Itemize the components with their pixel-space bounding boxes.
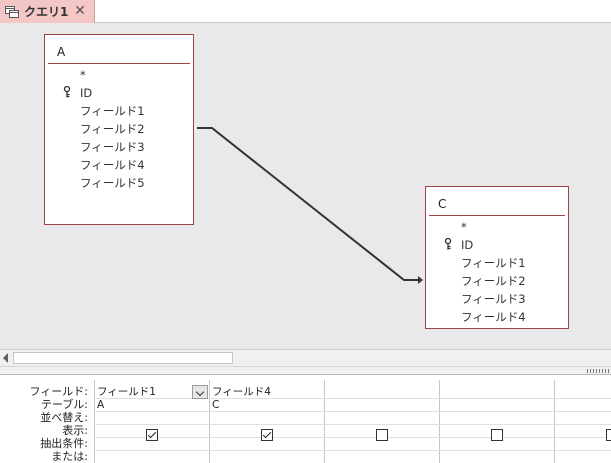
row-label-criteria: 抽出条件: xyxy=(40,437,88,450)
query-design-grid: フィールド: テーブル: 並べ替え: 表示: 抽出条件: または: フィールド1… xyxy=(0,375,611,463)
field-item-2[interactable]: フィールド2 xyxy=(45,120,193,138)
grid-row-divider xyxy=(94,450,611,451)
horizontal-scrollbar[interactable] xyxy=(0,349,611,366)
field-item-1[interactable]: フィールド1 xyxy=(426,254,568,272)
show-checkbox[interactable] xyxy=(261,429,273,441)
query-design-canvas[interactable]: A * ID フィールド1 フィールド2 フィールド3 フィールド4 フィールド… xyxy=(0,23,611,349)
tab-label: クエリ1 xyxy=(24,5,69,19)
field-item-4[interactable]: フィールド4 xyxy=(426,308,568,326)
checkmark-icon xyxy=(262,429,272,439)
chevron-down-icon[interactable] xyxy=(192,385,208,399)
field-item-id[interactable]: ID xyxy=(426,236,568,254)
field-item-3[interactable]: フィールド3 xyxy=(426,290,568,308)
scrollbar-thumb[interactable] xyxy=(13,352,233,364)
show-checkbox[interactable] xyxy=(376,429,388,441)
grid-row-divider xyxy=(94,437,611,438)
field-item-2[interactable]: フィールド2 xyxy=(426,272,568,290)
primary-key-icon xyxy=(444,238,452,250)
grid-row-divider xyxy=(94,424,611,425)
pane-splitter[interactable] xyxy=(0,366,611,375)
close-icon[interactable]: ✕ xyxy=(73,4,87,18)
table-name-a: A xyxy=(57,45,66,59)
grid-row-divider xyxy=(94,411,611,412)
table-list-a[interactable]: A * ID フィールド1 フィールド2 フィールド3 フィールド4 フィールド… xyxy=(44,34,194,225)
scroll-left-arrow-icon[interactable] xyxy=(3,353,8,363)
splitter-grip-icon[interactable] xyxy=(587,369,611,373)
show-checkbox[interactable] xyxy=(146,429,158,441)
query-icon xyxy=(5,5,19,18)
show-checkbox[interactable] xyxy=(491,429,503,441)
row-label-sort: 並べ替え: xyxy=(40,411,88,424)
grid-table-cell[interactable]: A xyxy=(97,399,104,411)
grid-field-cell[interactable]: フィールド1 xyxy=(97,386,156,398)
row-label-table: テーブル: xyxy=(40,398,88,411)
field-item-1[interactable]: フィールド1 xyxy=(45,102,193,120)
grid-field-cell[interactable]: フィールド4 xyxy=(212,386,271,398)
document-tab-bar: クエリ1 ✕ xyxy=(0,0,611,23)
field-item-id[interactable]: ID xyxy=(45,84,193,102)
row-label-show: 表示: xyxy=(62,424,88,437)
show-checkbox[interactable] xyxy=(606,429,611,441)
primary-key-icon xyxy=(63,86,71,98)
field-item-3[interactable]: フィールド3 xyxy=(45,138,193,156)
field-item-all[interactable]: * xyxy=(426,218,568,236)
row-label-field: フィールド: xyxy=(29,385,89,398)
checkmark-icon xyxy=(147,429,157,439)
grid-table-cell[interactable]: C xyxy=(212,399,219,411)
field-item-4[interactable]: フィールド4 xyxy=(45,156,193,174)
tab-query1[interactable]: クエリ1 ✕ xyxy=(0,0,95,23)
table-name-c: C xyxy=(438,197,447,211)
row-label-or: または: xyxy=(51,450,88,463)
grid-row-divider xyxy=(94,398,611,399)
field-item-all[interactable]: * xyxy=(45,66,193,84)
table-list-c[interactable]: C * ID フィールド1 フィールド2 フィールド3 フィールド4 xyxy=(425,186,569,329)
field-item-5[interactable]: フィールド5 xyxy=(45,174,193,192)
